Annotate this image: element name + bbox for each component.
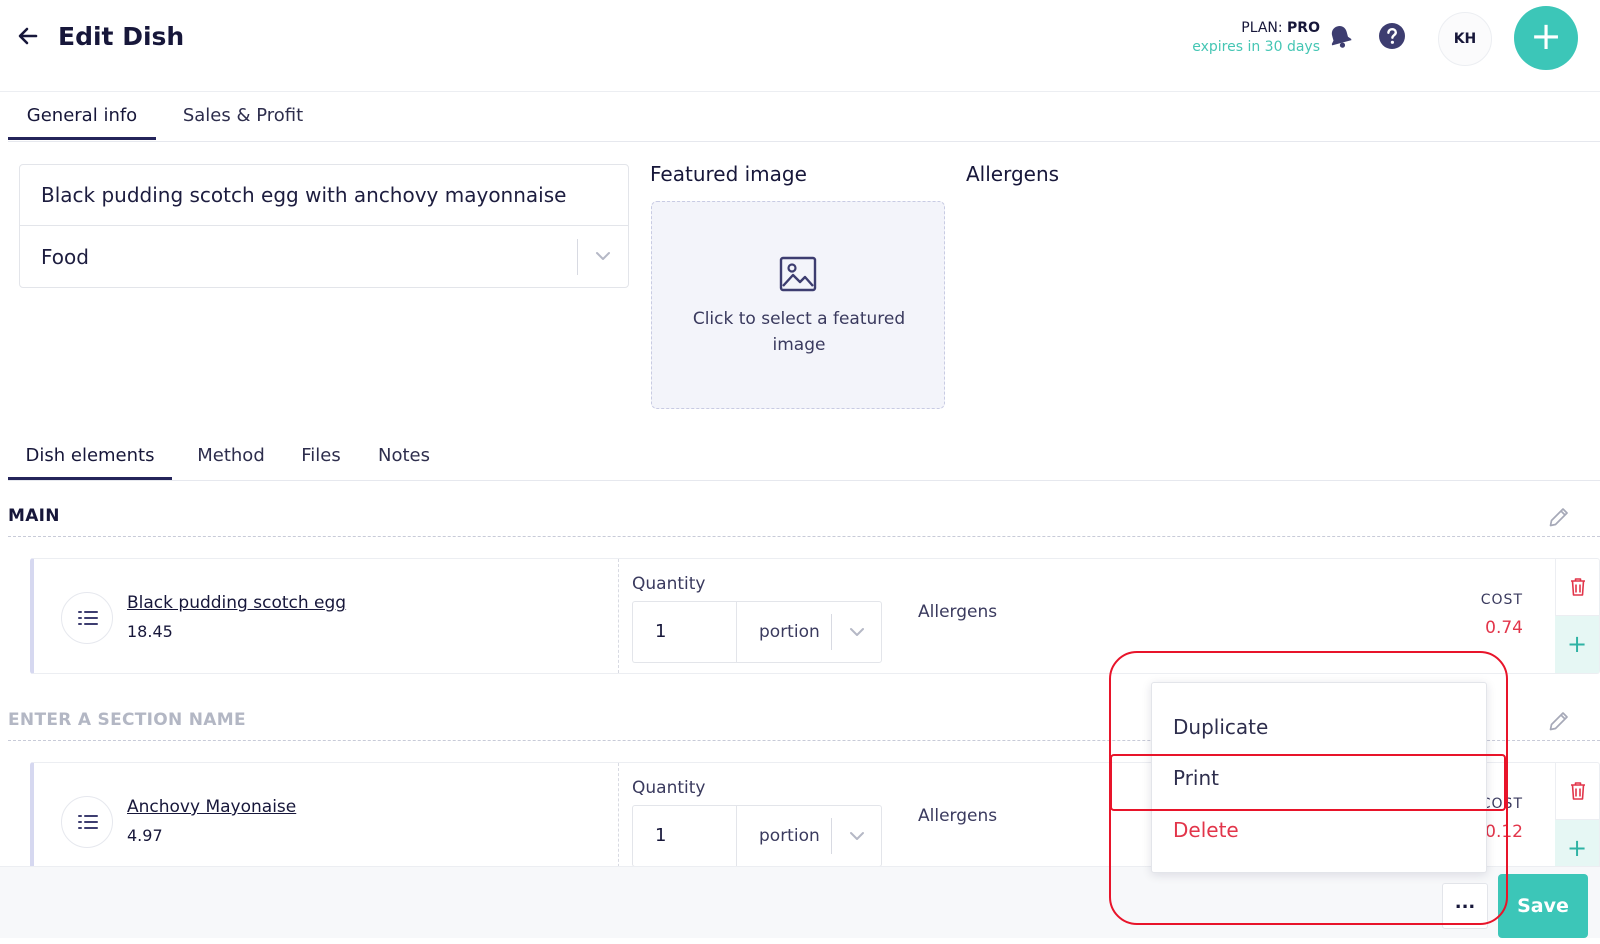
plan-name: PRO (1287, 20, 1320, 36)
tab-general-info[interactable]: General info (8, 92, 156, 140)
allergens-label: Allergens (918, 806, 998, 826)
plan-line: PLAN: PRO (1192, 20, 1320, 36)
back-arrow-icon[interactable] (16, 24, 40, 48)
page-title: Edit Dish (58, 22, 185, 51)
tabs-dish: Dish elements Method Files Notes (8, 432, 1600, 481)
select-divider (831, 818, 832, 854)
tab-sales-profit[interactable]: Sales & Profit (168, 92, 318, 140)
help-icon[interactable] (1378, 22, 1406, 50)
pencil-icon[interactable] (1548, 710, 1570, 732)
featured-image-dropzone[interactable]: Click to select a featured image (651, 201, 945, 409)
annotation-highlight-print (1110, 754, 1506, 811)
featured-image-placeholder: Click to select a featured image (692, 309, 906, 355)
quantity-label: Quantity (632, 778, 706, 798)
category-value: Food (41, 245, 89, 269)
quantity-input[interactable]: 1 (632, 601, 736, 663)
cost-label: COST (1480, 592, 1523, 608)
allergens-label: Allergens (918, 602, 998, 622)
trash-icon (1571, 578, 1585, 596)
unit-value: portion (759, 622, 820, 642)
unit-value: portion (759, 826, 820, 846)
save-button[interactable]: Save (1498, 874, 1588, 938)
card-divider (618, 559, 619, 673)
section-divider (8, 536, 1600, 537)
add-element-button[interactable]: + (1555, 616, 1599, 673)
add-button[interactable]: + (1514, 6, 1578, 70)
dish-element-price: 4.97 (127, 826, 163, 845)
tab-notes[interactable]: Notes (374, 432, 434, 480)
tab-files[interactable]: Files (294, 432, 348, 480)
cost-value: 0.74 (1485, 618, 1523, 638)
plan-prefix: PLAN: (1241, 20, 1283, 36)
dish-details-box: Black pudding scotch egg with anchovy ma… (19, 164, 629, 288)
select-divider (577, 239, 578, 275)
select-divider (831, 614, 832, 650)
dish-element-name-link[interactable]: Black pudding scotch egg (127, 593, 346, 613)
plan-expires: expires in 30 days (1192, 39, 1320, 55)
section-title[interactable]: MAIN (8, 506, 60, 526)
avatar[interactable]: KH (1438, 12, 1492, 66)
recipe-icon (61, 796, 113, 848)
category-select[interactable]: Food (20, 227, 628, 287)
tab-dish-elements[interactable]: Dish elements (8, 432, 172, 480)
quantity-label: Quantity (632, 574, 706, 594)
section-title[interactable]: ENTER A SECTION NAME (8, 710, 246, 730)
delete-element-button[interactable] (1555, 763, 1599, 820)
chevron-down-icon[interactable] (849, 624, 865, 640)
featured-image-title: Featured image (650, 162, 807, 186)
bell-icon[interactable] (1326, 22, 1354, 50)
image-icon (779, 256, 817, 292)
recipe-icon (61, 592, 113, 644)
dish-element-price: 18.45 (127, 622, 173, 641)
pencil-icon[interactable] (1548, 506, 1570, 528)
trash-icon (1571, 782, 1585, 800)
chevron-down-icon[interactable] (849, 828, 865, 844)
delete-element-button[interactable] (1555, 559, 1599, 616)
tab-method[interactable]: Method (184, 432, 278, 480)
unit-select[interactable]: portion (736, 601, 882, 663)
tabs-main: General info Sales & Profit (8, 92, 1600, 142)
allergens-title: Allergens (966, 162, 1060, 186)
top-bar: Edit Dish PLAN: PRO expires in 30 days K… (0, 0, 1600, 92)
plan-info: PLAN: PRO expires in 30 days (1192, 20, 1320, 55)
unit-select[interactable]: portion (736, 805, 882, 867)
quantity-input[interactable]: 1 (632, 805, 736, 867)
card-divider (618, 763, 619, 877)
dish-name-input[interactable]: Black pudding scotch egg with anchovy ma… (20, 165, 628, 226)
dish-element-name-link[interactable]: Anchovy Mayonaise (127, 797, 296, 817)
chevron-down-icon[interactable] (594, 247, 612, 265)
